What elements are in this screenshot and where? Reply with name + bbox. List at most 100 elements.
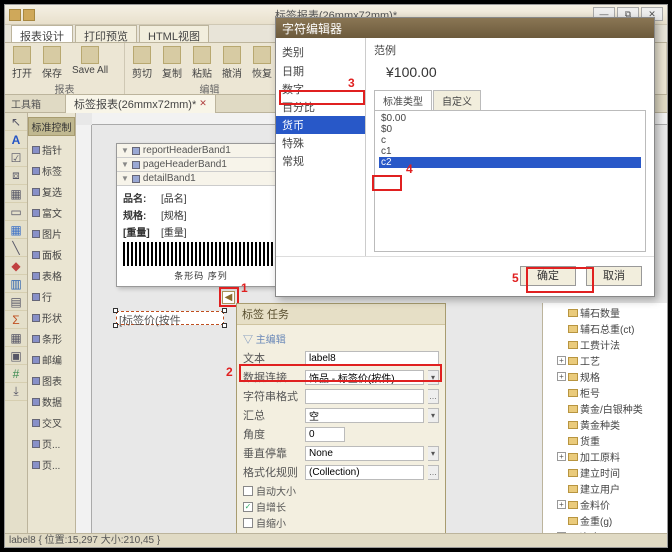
tab-standard[interactable]: 标准类型 <box>374 90 432 110</box>
sample-header: 范例 <box>374 42 646 58</box>
paste-icon <box>193 46 211 64</box>
dock-input[interactable]: None <box>305 446 424 461</box>
dialog-title: 字符编辑器 <box>276 18 654 38</box>
field-list-tree[interactable]: 辅石数量 辅石总重(ct) 工费计法 +工艺 +规格 柜号 黄金/白银种类 黄金… <box>542 303 667 533</box>
close-tab-icon[interactable]: ✕ <box>199 98 207 109</box>
side-item[interactable]: 标签 <box>28 160 75 181</box>
pageinfo-icon[interactable]: # <box>5 365 27 383</box>
tab-report-design[interactable]: 报表设计 <box>11 25 73 42</box>
dock-dropdown-icon[interactable]: ▾ <box>428 446 439 461</box>
band-row[interactable]: ▼detailBand1 <box>117 172 285 186</box>
zip-icon[interactable]: ▤ <box>5 293 27 311</box>
format-input[interactable] <box>305 389 424 404</box>
paste-button[interactable]: 粘贴 <box>189 45 215 81</box>
doc-tab-label: 标签报表(26mmx72mm)* <box>74 96 196 112</box>
side-item[interactable]: 数据 <box>28 391 75 412</box>
panel-icon[interactable]: ▭ <box>5 203 27 221</box>
chk-autogrow[interactable]: ✓自增长 <box>243 499 439 514</box>
annot-num-2: 2 <box>226 365 233 379</box>
report-page[interactable]: ▼reportHeaderBand1 ▼pageHeaderBand1 ▼det… <box>116 143 286 287</box>
side-item[interactable]: 复选 <box>28 181 75 202</box>
text-icon[interactable]: A <box>5 131 27 149</box>
band-row[interactable]: ▼reportHeaderBand1 <box>117 144 285 158</box>
side-item[interactable]: 表格 <box>28 265 75 286</box>
chk-multiline[interactable]: 多行 <box>243 531 439 533</box>
side-item[interactable]: 行 <box>28 286 75 307</box>
binding-input[interactable]: 饰品 - 标签价(按件) <box>305 370 424 385</box>
richtext-icon[interactable]: ⧈ <box>5 167 27 185</box>
open-button[interactable]: 打开 <box>9 45 35 81</box>
tab-custom[interactable]: 自定义 <box>433 90 481 110</box>
side-item[interactable]: 指针 <box>28 139 75 160</box>
category-list[interactable]: 类别 日期 数字 百分比 货币 特殊 常规 <box>276 38 366 256</box>
pointer-icon[interactable]: ↖ <box>5 113 27 131</box>
cat-general[interactable]: 常规 <box>276 152 365 170</box>
cat-special[interactable]: 特殊 <box>276 134 365 152</box>
chart-icon[interactable]: Σ <box>5 311 27 329</box>
string-editor-dialog: 字符编辑器 类别 日期 数字 百分比 货币 特殊 常规 范例 ¥100.00 标… <box>275 17 655 297</box>
fmt-item[interactable]: $0.00 <box>379 113 641 124</box>
smart-task-panel: 标签 任务 ▽ 主编辑 文本label8 数据连接饰品 - 标签价(按件)▾ 字… <box>236 303 446 533</box>
rules-input[interactable]: (Collection) <box>305 465 424 480</box>
ok-button[interactable]: 确定 <box>520 266 576 286</box>
smart-tag-button[interactable]: ◀ <box>222 291 235 304</box>
summary-dropdown-icon[interactable]: ▾ <box>428 408 439 423</box>
format-list[interactable]: $0.00 $0 c c1 c2 <box>374 111 646 252</box>
cancel-button[interactable]: 取消 <box>586 266 642 286</box>
copy-button[interactable]: 复制 <box>159 45 185 81</box>
app-icon <box>9 9 21 21</box>
barcode-icon[interactable]: ▥ <box>5 275 27 293</box>
ruler-vertical <box>76 125 92 533</box>
format-ellipsis-button[interactable]: … <box>428 389 439 404</box>
tab-html-view[interactable]: HTML视图 <box>139 25 209 42</box>
doc-tab-active[interactable]: 标签报表(26mmx72mm)* ✕ <box>65 94 216 114</box>
sample-value: ¥100.00 <box>374 64 646 80</box>
fmt-item[interactable]: c <box>379 135 641 146</box>
side-item[interactable]: 页... <box>28 433 75 454</box>
text-input[interactable]: label8 <box>305 351 439 366</box>
cat-percent[interactable]: 百分比 <box>276 98 365 116</box>
side-item[interactable]: 邮编 <box>28 349 75 370</box>
band-row[interactable]: ▼pageHeaderBand1 <box>117 158 285 172</box>
selected-label-control[interactable]: [标签价(按件 <box>116 311 224 325</box>
checkbox-icon[interactable]: ☑ <box>5 149 27 167</box>
pivot-icon[interactable]: ▦ <box>5 329 27 347</box>
saveall-button[interactable]: Save All <box>69 45 111 81</box>
line-icon[interactable]: ╲ <box>5 239 27 257</box>
tab-print-preview[interactable]: 打印预览 <box>75 25 137 42</box>
side-item[interactable]: 条形 <box>28 328 75 349</box>
toolbox-header: 工具箱 <box>9 96 65 111</box>
save-button[interactable]: 保存 <box>39 45 65 81</box>
angle-input[interactable]: 0 <box>305 427 345 442</box>
table-icon[interactable]: ▦ <box>5 221 27 239</box>
undo-button[interactable]: 撤消 <box>219 45 245 81</box>
shape-icon[interactable]: ◆ <box>5 257 27 275</box>
cut-button[interactable]: 剪切 <box>129 45 155 81</box>
side-item[interactable]: 富文 <box>28 202 75 223</box>
side-item[interactable]: 面板 <box>28 244 75 265</box>
chk-autoshrink[interactable]: 自缩小 <box>243 515 439 530</box>
subreport-icon[interactable]: ▣ <box>5 347 27 365</box>
undo-icon <box>223 46 241 64</box>
fmt-item[interactable]: $0 <box>379 124 641 135</box>
fmt-item-selected[interactable]: c2 <box>379 157 641 168</box>
summary-input[interactable]: 空 <box>305 408 424 423</box>
annot-num-4: 4 <box>406 162 413 176</box>
redo-button[interactable]: 恢复 <box>249 45 275 81</box>
side-item[interactable]: 页... <box>28 454 75 475</box>
fmt-item[interactable]: c1 <box>379 146 641 157</box>
pagebreak-icon[interactable]: ⤓ <box>5 383 27 401</box>
barcode-preview <box>123 242 279 266</box>
picture-icon[interactable]: ▦ <box>5 185 27 203</box>
side-item[interactable]: 图表 <box>28 370 75 391</box>
side-item[interactable]: 图片 <box>28 223 75 244</box>
chk-autosize[interactable]: 自动大小 <box>243 483 439 498</box>
rules-ellipsis-button[interactable]: … <box>428 465 439 480</box>
annot-num-5: 5 <box>512 271 519 285</box>
cut-icon <box>133 46 151 64</box>
cat-currency[interactable]: 货币 <box>276 116 365 134</box>
binding-dropdown-icon[interactable]: ▾ <box>428 370 439 385</box>
side-item[interactable]: 交叉 <box>28 412 75 433</box>
side-item[interactable]: 形状 <box>28 307 75 328</box>
side-panel: 标准控制 指针 标签 复选 富文 图片 面板 表格 行 形状 条形 邮编 图表 … <box>28 113 76 533</box>
